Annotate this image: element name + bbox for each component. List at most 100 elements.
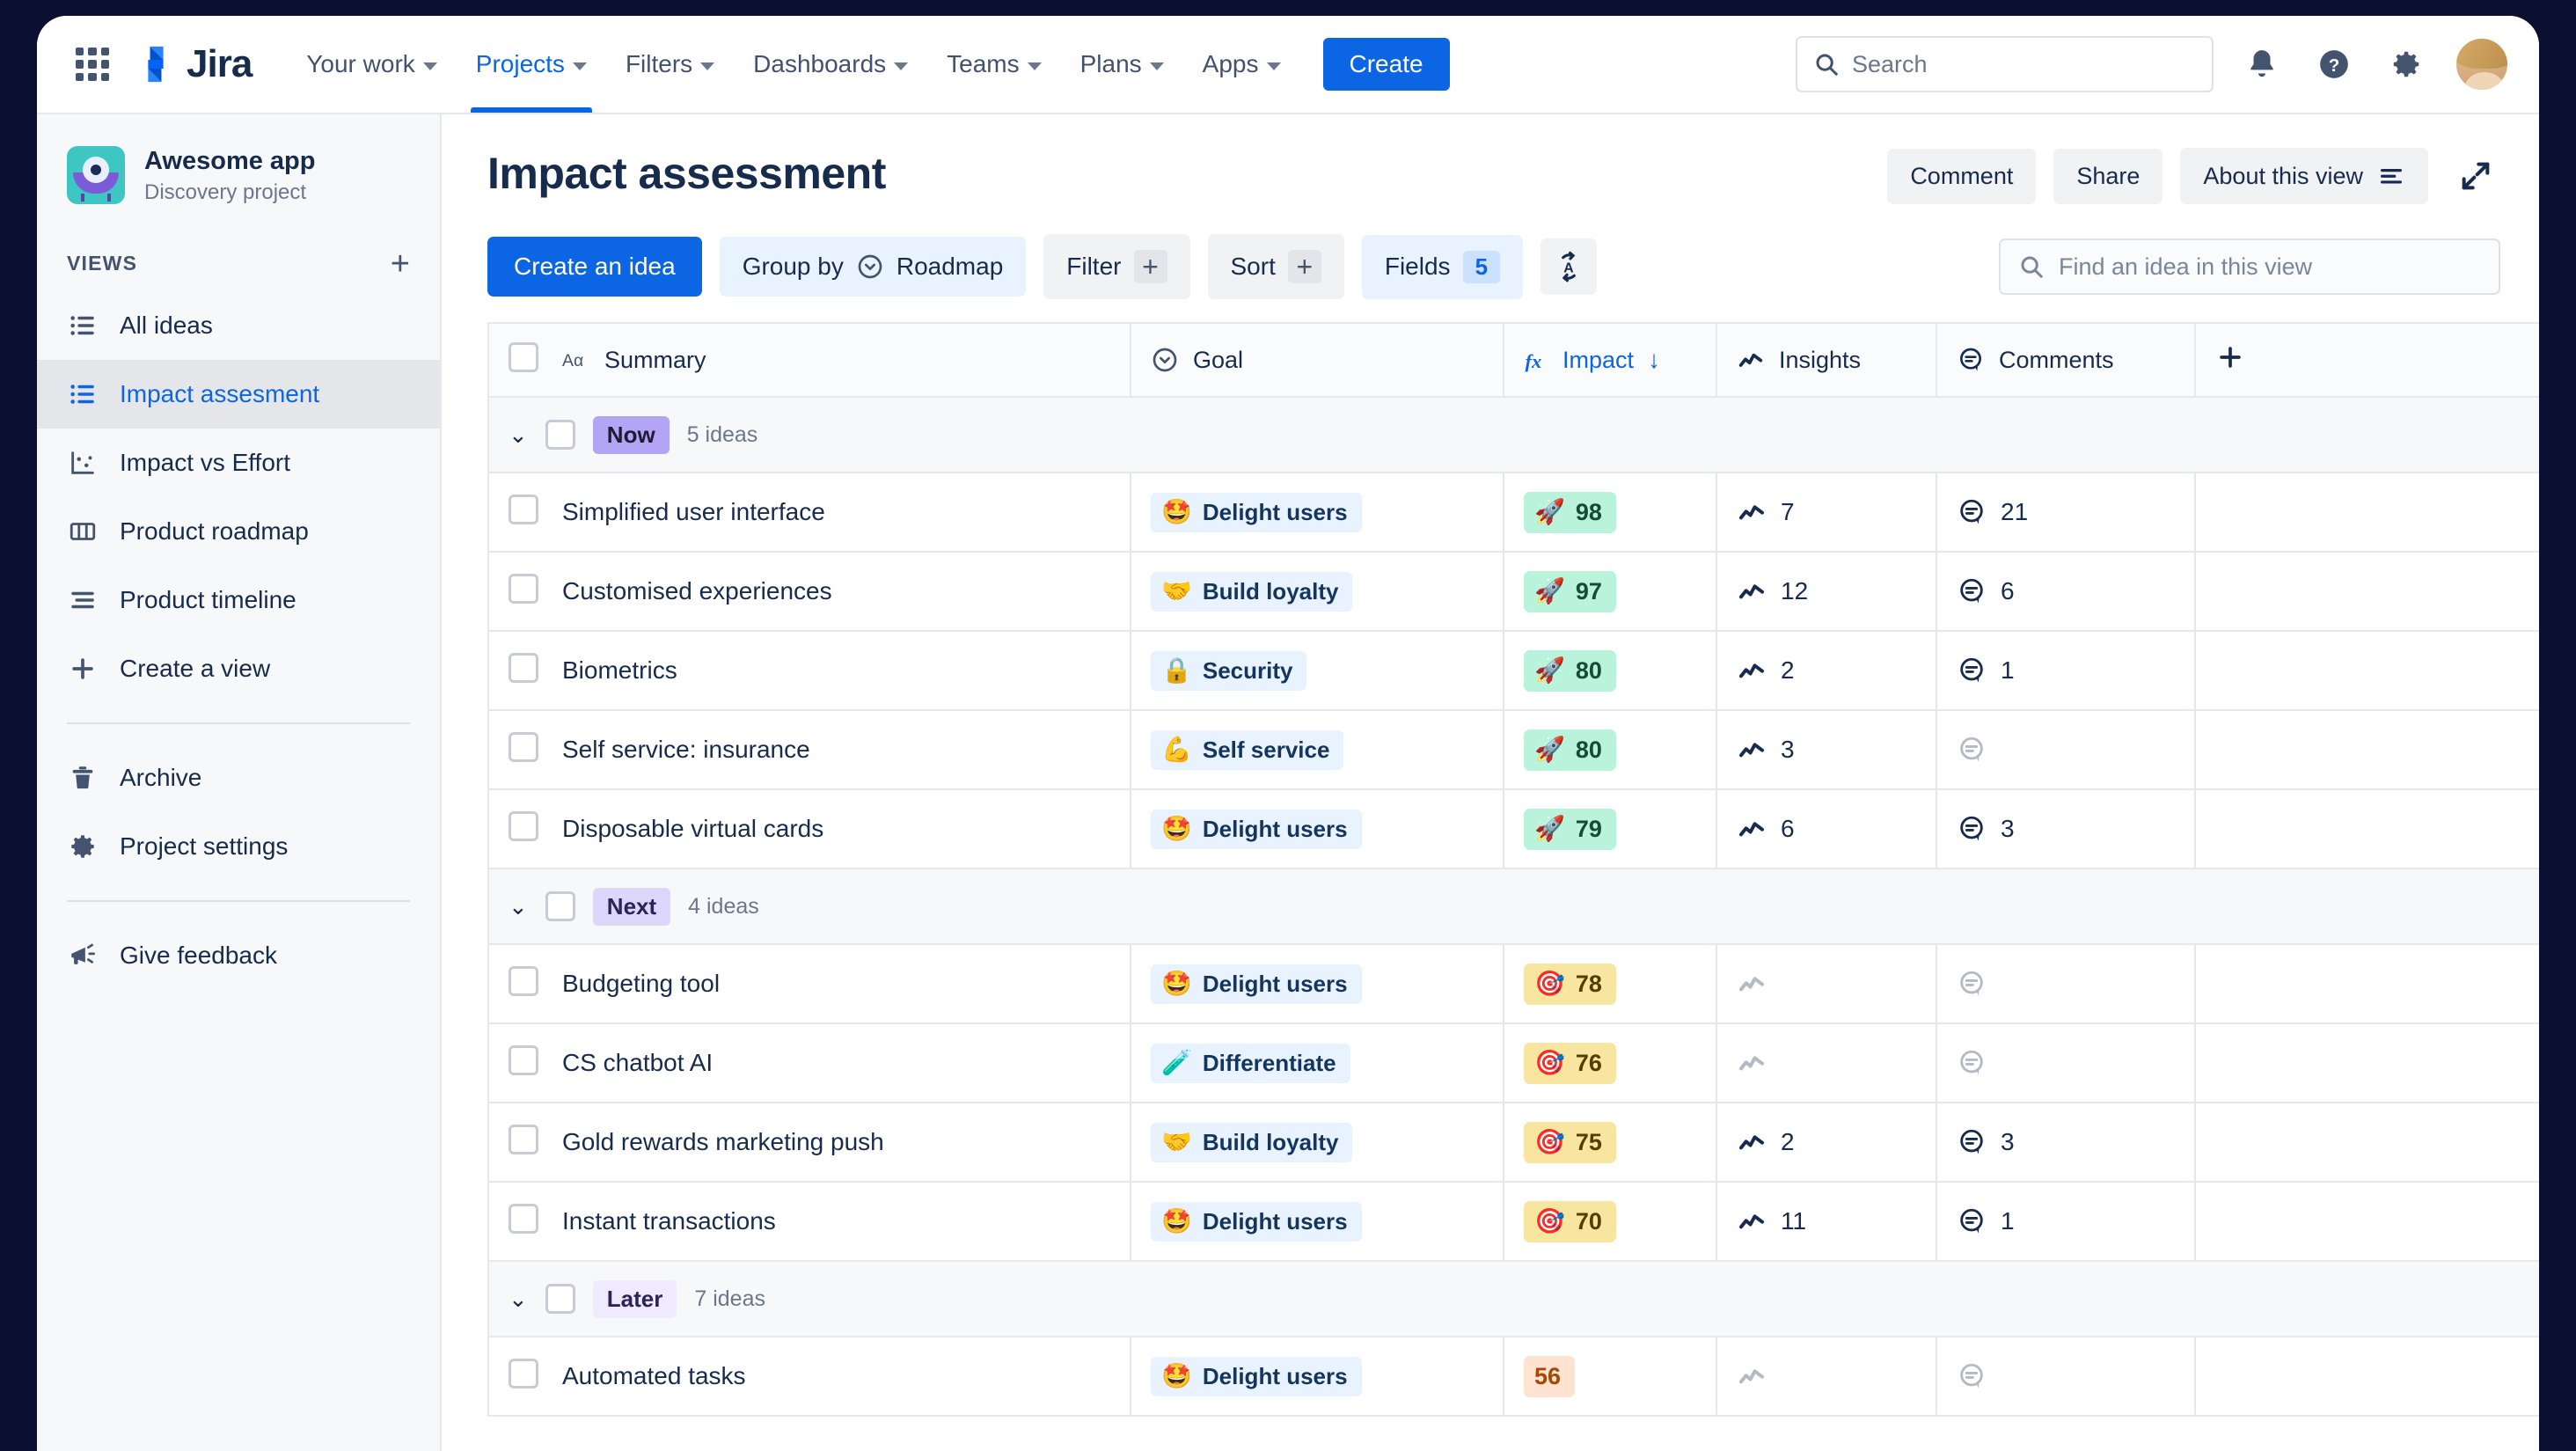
nav-item-filters[interactable]: Filters [606,16,734,113]
row-checkbox[interactable] [509,494,538,524]
sidebar-item-project-settings[interactable]: Project settings [37,812,440,881]
cell-summary[interactable]: Automated tasks [543,1337,1131,1417]
row-checkbox[interactable] [509,1358,538,1389]
sidebar-item-product-roadmap[interactable]: Product roadmap [37,497,440,566]
row-checkbox[interactable] [509,573,538,604]
sidebar-item-impact-assesment[interactable]: Impact assesment [37,359,440,429]
project-header[interactable]: Awesome app Discovery project [37,114,440,231]
comment-button[interactable]: Comment [1887,148,2037,204]
table-row[interactable]: Gold rewards marketing push 🤝 Build loyal… [487,1103,2539,1183]
about-this-view-button[interactable]: About this view [2180,148,2428,204]
cell-goal[interactable]: 🤩 Delight users [1131,789,1504,869]
table-row[interactable]: Disposable virtual cards 🤩 Delight users … [487,789,2539,869]
column-header-impact[interactable]: fx Impact ↓ [1504,322,1717,398]
group-select-checkbox[interactable] [545,1284,575,1314]
group-select-checkbox[interactable] [545,420,575,450]
column-header-insights[interactable]: Insights [1716,322,1937,398]
user-avatar[interactable] [2455,37,2509,92]
cell-summary[interactable]: Customised experiences [543,552,1131,632]
group-header-row[interactable]: ⌄ Next 4 ideas [487,868,2539,945]
table-row[interactable]: Automated tasks 🤩 Delight users 56 [487,1337,2539,1417]
row-checkbox[interactable] [509,965,538,996]
create-button[interactable]: Create [1322,38,1450,91]
cell-goal[interactable]: 🧪 Differentiate [1131,1023,1504,1103]
cell-impact[interactable]: 🎯 70 [1504,1182,1717,1262]
cell-insights[interactable] [1716,944,1937,1024]
row-checkbox[interactable] [509,731,538,762]
create-an-idea-button[interactable]: Create an idea [487,237,702,297]
row-checkbox[interactable] [509,1044,538,1075]
sidebar-item-archive[interactable]: Archive [37,744,440,812]
collapse-chevron-icon[interactable]: ⌄ [509,1287,528,1310]
row-checkbox[interactable] [509,1203,538,1234]
cell-summary[interactable]: Self service: insurance [543,710,1131,790]
sidebar-item-product-timeline[interactable]: Product timeline [37,566,440,634]
cell-insights[interactable]: 3 [1716,710,1937,790]
cell-insights[interactable]: 6 [1716,789,1937,869]
sidebar-item-impact-vs-effort[interactable]: Impact vs Effort [37,429,440,497]
collapse-chevron-icon[interactable]: ⌄ [509,423,528,446]
row-checkbox[interactable] [509,652,538,683]
column-header-summary[interactable]: Aα Summary [543,322,1131,398]
fields-button[interactable]: Fields 5 [1361,234,1524,299]
cell-summary[interactable]: CS chatbot AI [543,1023,1131,1103]
table-row[interactable]: Instant transactions 🤩 Delight users 🎯 70 … [487,1182,2539,1262]
cell-impact[interactable]: 🚀 97 [1504,552,1717,632]
group-header-row[interactable]: ⌄ Later 7 ideas [487,1260,2539,1337]
add-column-header[interactable] [2195,322,2539,398]
cell-summary[interactable]: Instant transactions [543,1182,1131,1262]
table-row[interactable]: Self service: insurance 💪 Self service 🚀 8… [487,710,2539,790]
cell-comments[interactable]: 1 [1936,1182,2196,1262]
cell-comments[interactable] [1936,1337,2196,1417]
nav-item-dashboards[interactable]: Dashboards [734,16,927,113]
cell-goal[interactable]: 💪 Self service [1131,710,1504,790]
cell-impact[interactable]: 🚀 80 [1504,710,1717,790]
cell-summary[interactable]: Gold rewards marketing push [543,1103,1131,1183]
sidebar-item-give-feedback[interactable]: Give feedback [37,921,440,990]
cell-impact[interactable]: 56 [1504,1337,1717,1417]
row-checkbox[interactable] [509,810,538,841]
cell-comments[interactable]: 3 [1936,789,2196,869]
cell-impact[interactable]: 🎯 78 [1504,944,1717,1024]
sidebar-item-all-ideas[interactable]: All ideas [37,291,440,360]
sort-button[interactable]: Sort + [1207,234,1344,299]
cell-comments[interactable]: 3 [1936,1103,2196,1183]
collapse-chevron-icon[interactable]: ⌄ [509,895,528,918]
cell-goal[interactable]: 🤩 Delight users [1131,1337,1504,1417]
cell-impact[interactable]: 🚀 79 [1504,789,1717,869]
nav-item-teams[interactable]: Teams [927,16,1060,113]
global-search-input[interactable]: Search [1796,36,2214,92]
column-header-comments[interactable]: Comments [1936,322,2196,398]
cell-goal[interactable]: 🔒 Security [1131,631,1504,711]
cell-insights[interactable]: 11 [1716,1182,1937,1262]
cell-impact[interactable]: 🚀 80 [1504,631,1717,711]
cell-summary[interactable]: Biometrics [543,631,1131,711]
cell-insights[interactable]: 2 [1716,1103,1937,1183]
nav-item-projects[interactable]: Projects [457,16,606,113]
cell-insights[interactable]: 2 [1716,631,1937,711]
cell-goal[interactable]: 🤩 Delight users [1131,473,1504,553]
table-row[interactable]: Budgeting tool 🤩 Delight users 🎯 78 [487,944,2539,1024]
app-switcher-icon[interactable] [72,44,113,84]
share-button[interactable]: Share [2053,148,2163,204]
column-header-goal[interactable]: Goal [1131,322,1504,398]
help-icon[interactable]: ? [2310,40,2358,88]
cell-summary[interactable]: Disposable virtual cards [543,789,1131,869]
cell-insights[interactable]: 7 [1716,473,1937,553]
cell-comments[interactable] [1936,710,2196,790]
table-row[interactable]: Simplified user interface 🤩 Delight users… [487,473,2539,553]
nav-item-your-work[interactable]: Your work [287,16,456,113]
cell-insights[interactable] [1716,1337,1937,1417]
cell-goal[interactable]: 🤝 Build loyalty [1131,552,1504,632]
group-select-checkbox[interactable] [545,891,575,921]
cell-goal[interactable]: 🤩 Delight users [1131,944,1504,1024]
find-idea-input[interactable]: Find an idea in this view [1999,238,2500,295]
cell-comments[interactable] [1936,1023,2196,1103]
table-row[interactable]: Biometrics 🔒 Security 🚀 80 2 1 [487,631,2539,711]
cell-impact[interactable]: 🎯 76 [1504,1023,1717,1103]
sidebar-item-create-a-view[interactable]: Create a view [37,634,440,703]
add-view-plus-icon[interactable]: + [391,247,410,281]
group-by-button[interactable]: Group by Roadmap [719,237,1027,297]
cell-impact[interactable]: 🎯 75 [1504,1103,1717,1183]
cell-insights[interactable]: 12 [1716,552,1937,632]
